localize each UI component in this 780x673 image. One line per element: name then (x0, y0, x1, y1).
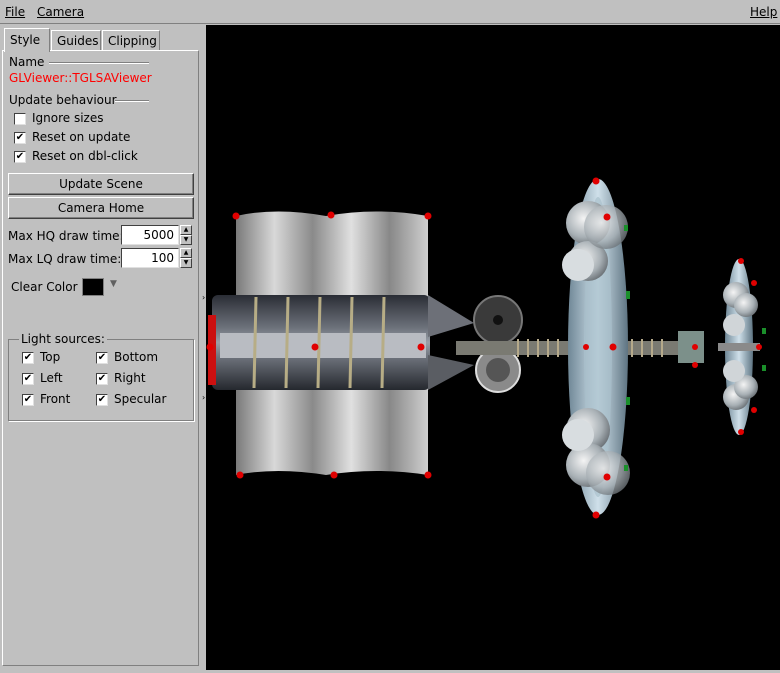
light-top-label: Top (40, 350, 61, 364)
menu-help-label: Help (750, 5, 778, 19)
ignore-sizes-label: Ignore sizes (32, 111, 104, 125)
menu-file[interactable]: File (5, 5, 25, 19)
style-tab-content: Name GLViewer::TGLSAViewer Update behavi… (2, 50, 199, 666)
name-label: Name (9, 55, 45, 69)
max-lq-label: Max LQ draw time: (8, 252, 122, 266)
reset-on-dblclick-checkbox[interactable]: ✔ (14, 151, 26, 163)
light-specular-checkbox[interactable]: ✔ (96, 394, 108, 406)
light-left-checkbox[interactable]: ✔ (22, 373, 34, 385)
splitter-arrow-icon[interactable]: › (202, 293, 205, 302)
menu-camera-label: Camera (37, 5, 85, 19)
light-top-checkbox[interactable]: ✔ (22, 352, 34, 364)
spin-up-icon[interactable]: ▲ (180, 225, 192, 235)
tab-guides[interactable]: Guides (51, 30, 101, 51)
menu-bar: File Camera Help (0, 0, 780, 24)
light-right-checkbox[interactable]: ✔ (96, 373, 108, 385)
light-sources-group: Light sources: ✔ Top ✔ Bottom ✔ Left ✔ R… (8, 332, 194, 421)
left-module (208, 211, 474, 475)
tab-style[interactable]: Style (4, 28, 50, 52)
light-sources-label: Light sources: (19, 332, 107, 346)
reset-on-update-checkbox[interactable]: ✔ (14, 132, 26, 144)
clear-color-label: Clear Color (11, 280, 78, 294)
chevron-down-icon[interactable]: ▼ (110, 279, 117, 289)
camera-home-button[interactable]: Camera Home (8, 197, 194, 219)
light-bottom-checkbox[interactable]: ✔ (96, 352, 108, 364)
update-behaviour-label: Update behaviour (9, 93, 117, 107)
update-divider (115, 100, 149, 102)
clear-color-swatch[interactable] (82, 278, 104, 296)
max-hq-spinner[interactable]: ▲ ▼ (180, 225, 192, 245)
light-right-label: Right (114, 371, 146, 385)
big-disk (562, 179, 630, 515)
ignore-sizes-checkbox[interactable] (14, 113, 26, 125)
reset-on-update-label: Reset on update (32, 130, 131, 144)
name-divider (49, 62, 149, 64)
spin-up-icon[interactable]: ▲ (180, 248, 192, 258)
viewer-name: GLViewer::TGLSAViewer (9, 71, 152, 85)
gl-viewport[interactable] (206, 25, 780, 670)
max-hq-input[interactable]: 5000 (121, 225, 179, 245)
update-scene-button[interactable]: Update Scene (8, 173, 194, 195)
scene-render (206, 177, 766, 519)
light-left-label: Left (40, 371, 63, 385)
reset-on-dblclick-label: Reset on dbl-click (32, 149, 138, 163)
menu-help[interactable]: Help (750, 5, 777, 19)
splitter-arrow-icon[interactable]: › (202, 393, 205, 402)
editor-panel: Style Guides Clipping Name GLViewer::TGL… (2, 25, 202, 668)
spin-down-icon[interactable]: ▼ (180, 258, 192, 268)
max-hq-label: Max HQ draw time: (8, 229, 124, 243)
light-front-checkbox[interactable]: ✔ (22, 394, 34, 406)
light-front-label: Front (40, 392, 71, 406)
menu-camera[interactable]: Camera (37, 5, 84, 19)
max-lq-spinner[interactable]: ▲ ▼ (180, 248, 192, 268)
spin-down-icon[interactable]: ▼ (180, 235, 192, 245)
menu-file-label: File (5, 5, 26, 19)
light-bottom-label: Bottom (114, 350, 159, 364)
light-specular-label: Specular (114, 392, 167, 406)
tab-clipping[interactable]: Clipping (102, 30, 160, 51)
max-lq-input[interactable]: 100 (121, 248, 179, 268)
